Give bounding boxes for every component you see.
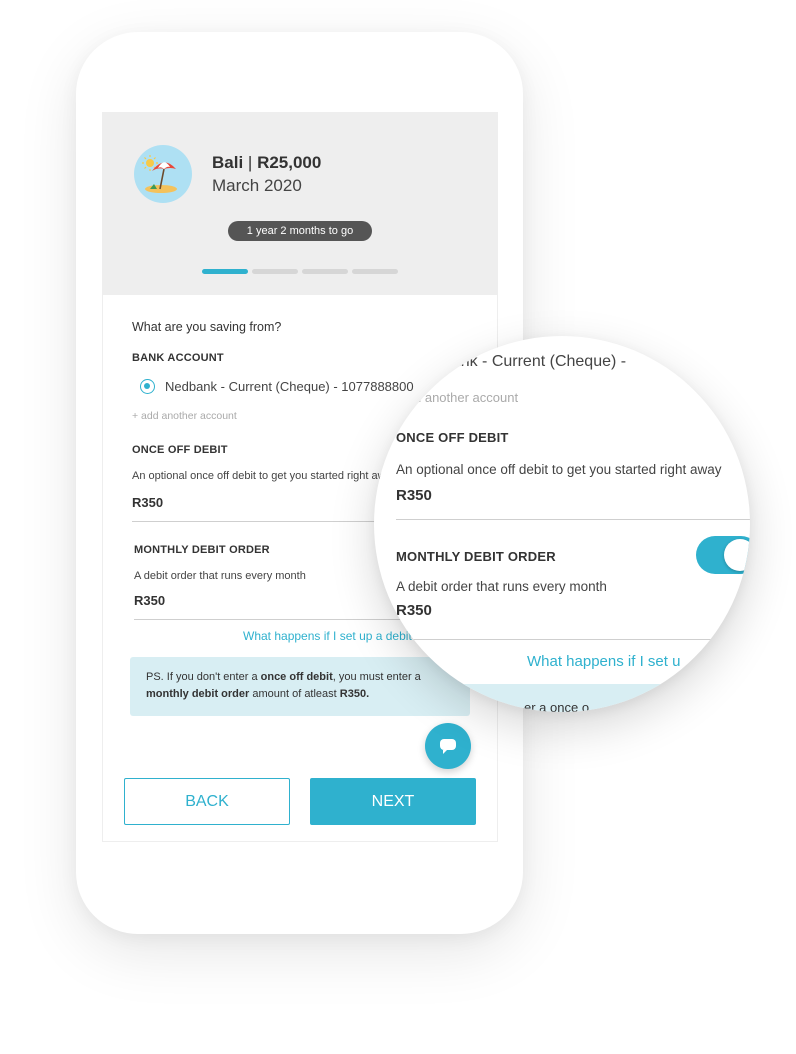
- form-question: What are you saving from?: [132, 320, 282, 334]
- zoom-monthly-value: R350: [396, 602, 432, 619]
- monthly-debit-label: MONTHLY DEBIT ORDER: [134, 544, 270, 556]
- note-middle: , you must enter a: [332, 671, 421, 683]
- zoom-divider-2: [396, 639, 750, 640]
- step-indicator-1: [202, 269, 248, 274]
- zoom-once-off-help: An optional once off debit to get you st…: [396, 462, 722, 477]
- bank-account-label: BANK ACCOUNT: [132, 352, 224, 364]
- chat-bubble-icon: [440, 739, 456, 754]
- once-off-debit-input[interactable]: R350: [132, 495, 163, 510]
- note-suffix: amount of atleast: [249, 688, 340, 700]
- zoom-note-text: er a once o: [524, 700, 590, 712]
- zoom-monthly-label: MONTHLY DEBIT ORDER: [396, 549, 556, 564]
- zoom-magnifier: dbank - Current (Cheque) - d another acc…: [374, 336, 750, 712]
- note-prefix: PS. If you don't enter a: [146, 671, 261, 683]
- note-bold-once-off: once off debit: [260, 671, 333, 683]
- beach-umbrella-icon: [134, 145, 192, 203]
- zoom-info-link: What happens if I set u: [527, 653, 681, 670]
- step-indicator-4: [352, 269, 398, 274]
- zoom-once-off-label: ONCE OFF DEBIT: [396, 430, 509, 445]
- step-progress: [202, 269, 400, 274]
- monthly-debit-input[interactable]: R350: [134, 593, 165, 608]
- toggle-knob: [724, 539, 750, 571]
- zoom-once-off-value: R350: [396, 487, 432, 504]
- once-off-debit-help: An optional once off debit to get you st…: [132, 470, 398, 482]
- goal-header: Bali | R25,000 March 2020 1 year 2 month…: [103, 113, 497, 295]
- next-button[interactable]: NEXT: [310, 778, 476, 825]
- back-button[interactable]: BACK: [124, 778, 290, 825]
- once-off-debit-label: ONCE OFF DEBIT: [132, 444, 228, 456]
- add-account-link[interactable]: + add another account: [132, 410, 237, 422]
- note-bold-amount: R350.: [339, 688, 370, 700]
- goal-date: March 2020: [212, 176, 302, 195]
- time-remaining-badge: 1 year 2 months to go: [228, 221, 372, 241]
- step-indicator-2: [252, 269, 298, 274]
- zoom-divider-1: [396, 519, 750, 520]
- account-option-label[interactable]: Nedbank - Current (Cheque) - 1077888800: [165, 379, 414, 394]
- monthly-debit-toggle[interactable]: [696, 536, 750, 574]
- monthly-debit-help: A debit order that runs every month: [134, 570, 306, 582]
- goal-amount: R25,000: [257, 153, 322, 172]
- step-indicator-3: [302, 269, 348, 274]
- chat-button[interactable]: [425, 723, 471, 769]
- goal-title: Bali | R25,000: [212, 153, 322, 172]
- zoom-account-text: dbank - Current (Cheque) -: [434, 353, 627, 370]
- note-bold-monthly: monthly debit order: [146, 688, 250, 700]
- goal-name: Bali: [212, 153, 244, 172]
- zoom-add-account-text: d another account: [414, 390, 519, 405]
- zoom-monthly-help: A debit order that runs every month: [396, 579, 607, 594]
- account-radio[interactable]: [140, 379, 155, 394]
